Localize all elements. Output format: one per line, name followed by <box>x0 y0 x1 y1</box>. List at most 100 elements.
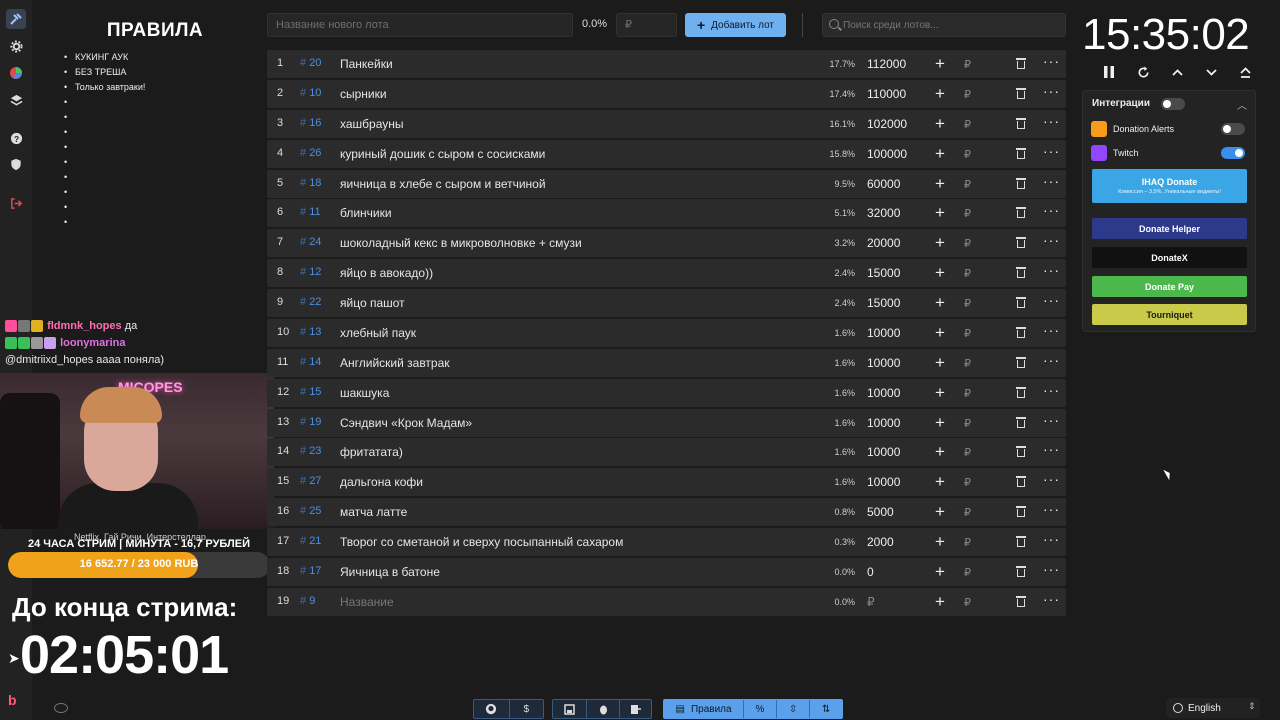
lot-id[interactable]: # 16 <box>300 117 321 129</box>
more-icon[interactable]: ··· <box>1043 113 1060 129</box>
lot-amount[interactable]: 102000 <box>867 117 907 131</box>
lot-id[interactable]: # 19 <box>300 416 321 428</box>
add-amount-icon[interactable]: + <box>935 323 945 343</box>
lot-name[interactable]: хлебный паук <box>340 326 416 340</box>
lot-id[interactable]: # 14 <box>300 356 321 368</box>
more-icon[interactable]: ··· <box>1043 322 1060 338</box>
ruble-icon[interactable]: ₽ <box>964 267 971 280</box>
add-lot-button[interactable]: + Добавить лот <box>685 13 786 37</box>
new-lot-amount-input[interactable] <box>616 13 677 37</box>
trash-icon[interactable] <box>1016 536 1026 548</box>
lot-amount[interactable]: 10000 <box>867 445 900 459</box>
more-icon[interactable]: ··· <box>1043 412 1060 428</box>
donate-service-button[interactable]: Donate Pay <box>1092 276 1247 297</box>
eye-icon[interactable] <box>54 703 68 713</box>
lot-name[interactable]: хашбрауны <box>340 117 404 131</box>
integration-toggle[interactable] <box>1221 123 1245 135</box>
more-icon[interactable]: ··· <box>1043 352 1060 368</box>
lot-amount[interactable]: 100000 <box>867 147 907 161</box>
add-amount-icon[interactable]: + <box>935 532 945 552</box>
lot-amount[interactable]: ₽ <box>867 595 875 609</box>
lot-name[interactable]: блинчики <box>340 206 392 220</box>
help-icon[interactable]: ? <box>6 128 26 148</box>
ruble-icon[interactable]: ₽ <box>964 387 971 400</box>
logout-icon[interactable] <box>6 193 26 213</box>
reset-button[interactable] <box>1126 62 1160 82</box>
add-amount-icon[interactable]: + <box>935 114 945 134</box>
language-select[interactable]: English ⇕ <box>1166 698 1260 718</box>
add-amount-icon[interactable]: + <box>935 562 945 582</box>
save-icon[interactable] <box>553 700 586 718</box>
ruble-icon[interactable]: ₽ <box>964 476 971 489</box>
chevron-down-icon[interactable] <box>1194 62 1228 82</box>
trash-icon[interactable] <box>1016 476 1026 488</box>
lot-amount[interactable]: 112000 <box>867 57 906 71</box>
trash-icon[interactable] <box>1016 326 1026 339</box>
trash-icon[interactable] <box>1016 297 1026 309</box>
more-icon[interactable]: ··· <box>1043 262 1060 278</box>
lot-name[interactable]: яйцо в авокадо)) <box>340 266 433 280</box>
add-amount-icon[interactable]: + <box>935 592 945 612</box>
trash-icon[interactable] <box>1016 416 1026 429</box>
add-amount-icon[interactable]: + <box>935 263 945 283</box>
bug-icon[interactable] <box>586 700 619 718</box>
ruble-icon[interactable]: ₽ <box>964 596 971 609</box>
more-icon[interactable]: ··· <box>1043 531 1060 547</box>
lot-amount[interactable]: 20000 <box>867 236 900 250</box>
ruble-icon[interactable]: ₽ <box>964 357 971 370</box>
lot-id[interactable]: # 21 <box>300 535 321 547</box>
add-amount-icon[interactable]: + <box>935 383 945 403</box>
trash-icon[interactable] <box>1016 595 1026 608</box>
trash-icon[interactable] <box>1016 147 1026 160</box>
add-amount-icon[interactable]: + <box>935 502 945 522</box>
lot-id[interactable]: # 27 <box>300 475 321 487</box>
trash-icon[interactable] <box>1016 117 1026 130</box>
lot-name[interactable]: шоколадный кекс в микроволновке + смузи <box>340 236 582 250</box>
new-lot-name-input[interactable] <box>267 13 573 37</box>
more-icon[interactable]: ··· <box>1043 441 1060 457</box>
lot-name[interactable]: Яичница в батоне <box>340 565 440 579</box>
lot-amount[interactable]: 5000 <box>867 505 894 519</box>
lot-id[interactable]: # 24 <box>300 236 321 248</box>
trash-icon[interactable] <box>1016 237 1026 249</box>
ruble-icon[interactable]: ₽ <box>964 536 971 549</box>
lot-name[interactable]: сырники <box>340 87 387 101</box>
add-amount-icon[interactable]: + <box>935 353 945 373</box>
split-icon[interactable]: ⇳ <box>775 700 810 718</box>
lot-id[interactable]: # 17 <box>300 565 321 577</box>
more-icon[interactable]: ··· <box>1043 83 1060 99</box>
lot-name[interactable]: Творог со сметаной и сверху посыпанный с… <box>340 535 623 549</box>
ruble-icon[interactable]: ₽ <box>964 58 971 71</box>
lot-name[interactable]: яичница в хлебе с сыром и ветчиной <box>340 177 546 191</box>
add-amount-icon[interactable]: + <box>935 233 945 253</box>
add-amount-icon[interactable]: + <box>935 174 945 194</box>
lot-amount[interactable]: 15000 <box>867 296 900 310</box>
more-icon[interactable]: ··· <box>1043 471 1060 487</box>
lot-amount[interactable]: 10000 <box>867 416 900 430</box>
dollar-icon[interactable]: $ <box>508 700 544 718</box>
more-icon[interactable]: ··· <box>1043 173 1060 189</box>
ruble-icon[interactable]: ₽ <box>964 237 971 250</box>
lot-name[interactable]: яйцо пашот <box>340 296 405 310</box>
ruble-icon[interactable]: ₽ <box>964 327 971 340</box>
lot-name[interactable]: Название <box>340 595 394 609</box>
wheel-icon[interactable] <box>6 63 26 83</box>
lot-id[interactable]: # 18 <box>300 177 321 189</box>
add-amount-icon[interactable]: + <box>935 84 945 104</box>
lot-id[interactable]: # 10 <box>300 87 321 99</box>
ruble-icon[interactable]: ₽ <box>964 148 971 161</box>
shield-icon[interactable] <box>6 154 26 174</box>
lot-name[interactable]: матча латте <box>340 505 407 519</box>
lot-name[interactable]: Панкейки <box>340 57 393 71</box>
lot-amount[interactable]: 60000 <box>867 177 900 191</box>
lot-search[interactable] <box>822 13 1066 37</box>
lot-id[interactable]: # 12 <box>300 266 321 278</box>
trash-icon[interactable] <box>1016 386 1026 399</box>
donate-service-button[interactable]: Donate Helper <box>1092 218 1247 239</box>
ruble-icon[interactable]: ₽ <box>964 118 971 131</box>
lot-name[interactable]: куриный дошик с сыром с сосисками <box>340 147 545 161</box>
trash-icon[interactable] <box>1016 177 1026 190</box>
trash-icon[interactable] <box>1016 58 1026 70</box>
ruble-icon[interactable]: ₽ <box>964 297 971 310</box>
lot-name[interactable]: фритатата) <box>340 445 403 459</box>
